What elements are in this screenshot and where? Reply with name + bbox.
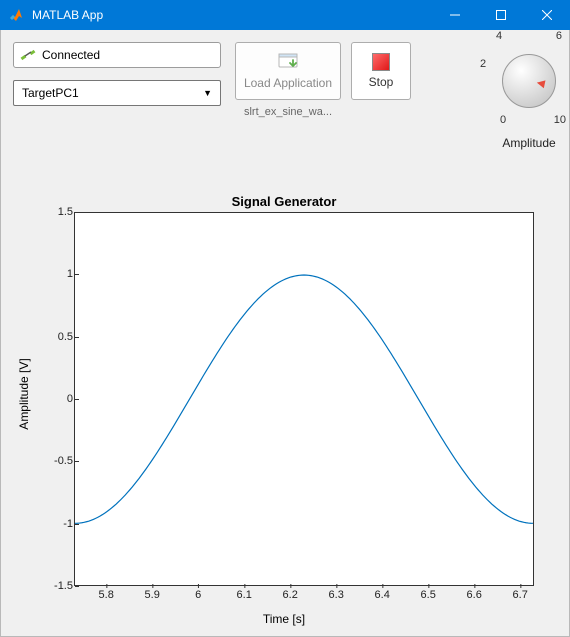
amplitude-knob-group: 0 2 4 6 8 10 Amplitude	[489, 46, 569, 150]
chart-line	[75, 213, 533, 585]
ytick: 1	[67, 268, 73, 280]
minimize-button[interactable]	[432, 0, 478, 30]
knob-tick-0: 0	[500, 114, 506, 126]
xtick: 6.6	[467, 589, 482, 601]
chevron-down-icon: ▼	[203, 88, 212, 98]
close-button[interactable]	[524, 0, 570, 30]
load-application-button[interactable]: Load Application slrt_ex_sine_wa...	[235, 42, 341, 100]
knob-tick-4: 4	[496, 30, 502, 42]
maximize-button[interactable]	[478, 0, 524, 30]
xtick: 5.9	[145, 589, 160, 601]
ytick: -0.5	[54, 455, 73, 467]
ytick: 0	[67, 393, 73, 405]
chart-xlabel: Time [s]	[19, 612, 549, 626]
ytick: -1.5	[54, 580, 73, 592]
connection-status-label: Connected	[42, 48, 100, 62]
xtick: 6.7	[513, 589, 528, 601]
xtick: 6.3	[329, 589, 344, 601]
xtick: 6.5	[421, 589, 436, 601]
xtick: 6.2	[283, 589, 298, 601]
knob-ticks: 0 2 4 6 8 10	[486, 38, 570, 124]
knob-tick-6: 6	[556, 30, 562, 42]
connection-status-box[interactable]: Connected	[13, 42, 221, 68]
stop-button[interactable]: Stop	[351, 42, 411, 100]
xtick: 6	[195, 589, 201, 601]
chart-title: Signal Generator	[19, 194, 549, 209]
toolbar: Connected TargetPC1 ▼ Load Application s…	[13, 42, 557, 172]
stop-icon	[372, 53, 390, 71]
ytick: 0.5	[58, 331, 73, 343]
stop-button-label: Stop	[369, 75, 394, 89]
connected-icon	[20, 47, 36, 63]
load-application-icon	[277, 52, 299, 72]
xtick: 6.4	[375, 589, 390, 601]
load-application-label: Load Application	[244, 76, 332, 90]
chart: Signal Generator Amplitude [V] -1.5-1-0.…	[19, 194, 549, 626]
window-title: MATLAB App	[32, 8, 103, 22]
app-body: Connected TargetPC1 ▼ Load Application s…	[0, 30, 570, 637]
titlebar: MATLAB App	[0, 0, 570, 30]
ytick: 1.5	[58, 206, 73, 218]
ytick: -1	[63, 518, 73, 530]
chart-axes[interactable]	[74, 212, 534, 586]
target-selected-label: TargetPC1	[22, 86, 79, 100]
xtick: 5.8	[99, 589, 114, 601]
load-application-subtext: slrt_ex_sine_wa...	[236, 106, 340, 118]
amplitude-label: Amplitude	[489, 136, 569, 150]
target-dropdown[interactable]: TargetPC1 ▼	[13, 80, 221, 106]
knob-tick-10: 10	[554, 114, 566, 126]
matlab-icon	[8, 7, 24, 23]
xtick: 6.1	[237, 589, 252, 601]
knob-tick-2: 2	[480, 58, 486, 70]
